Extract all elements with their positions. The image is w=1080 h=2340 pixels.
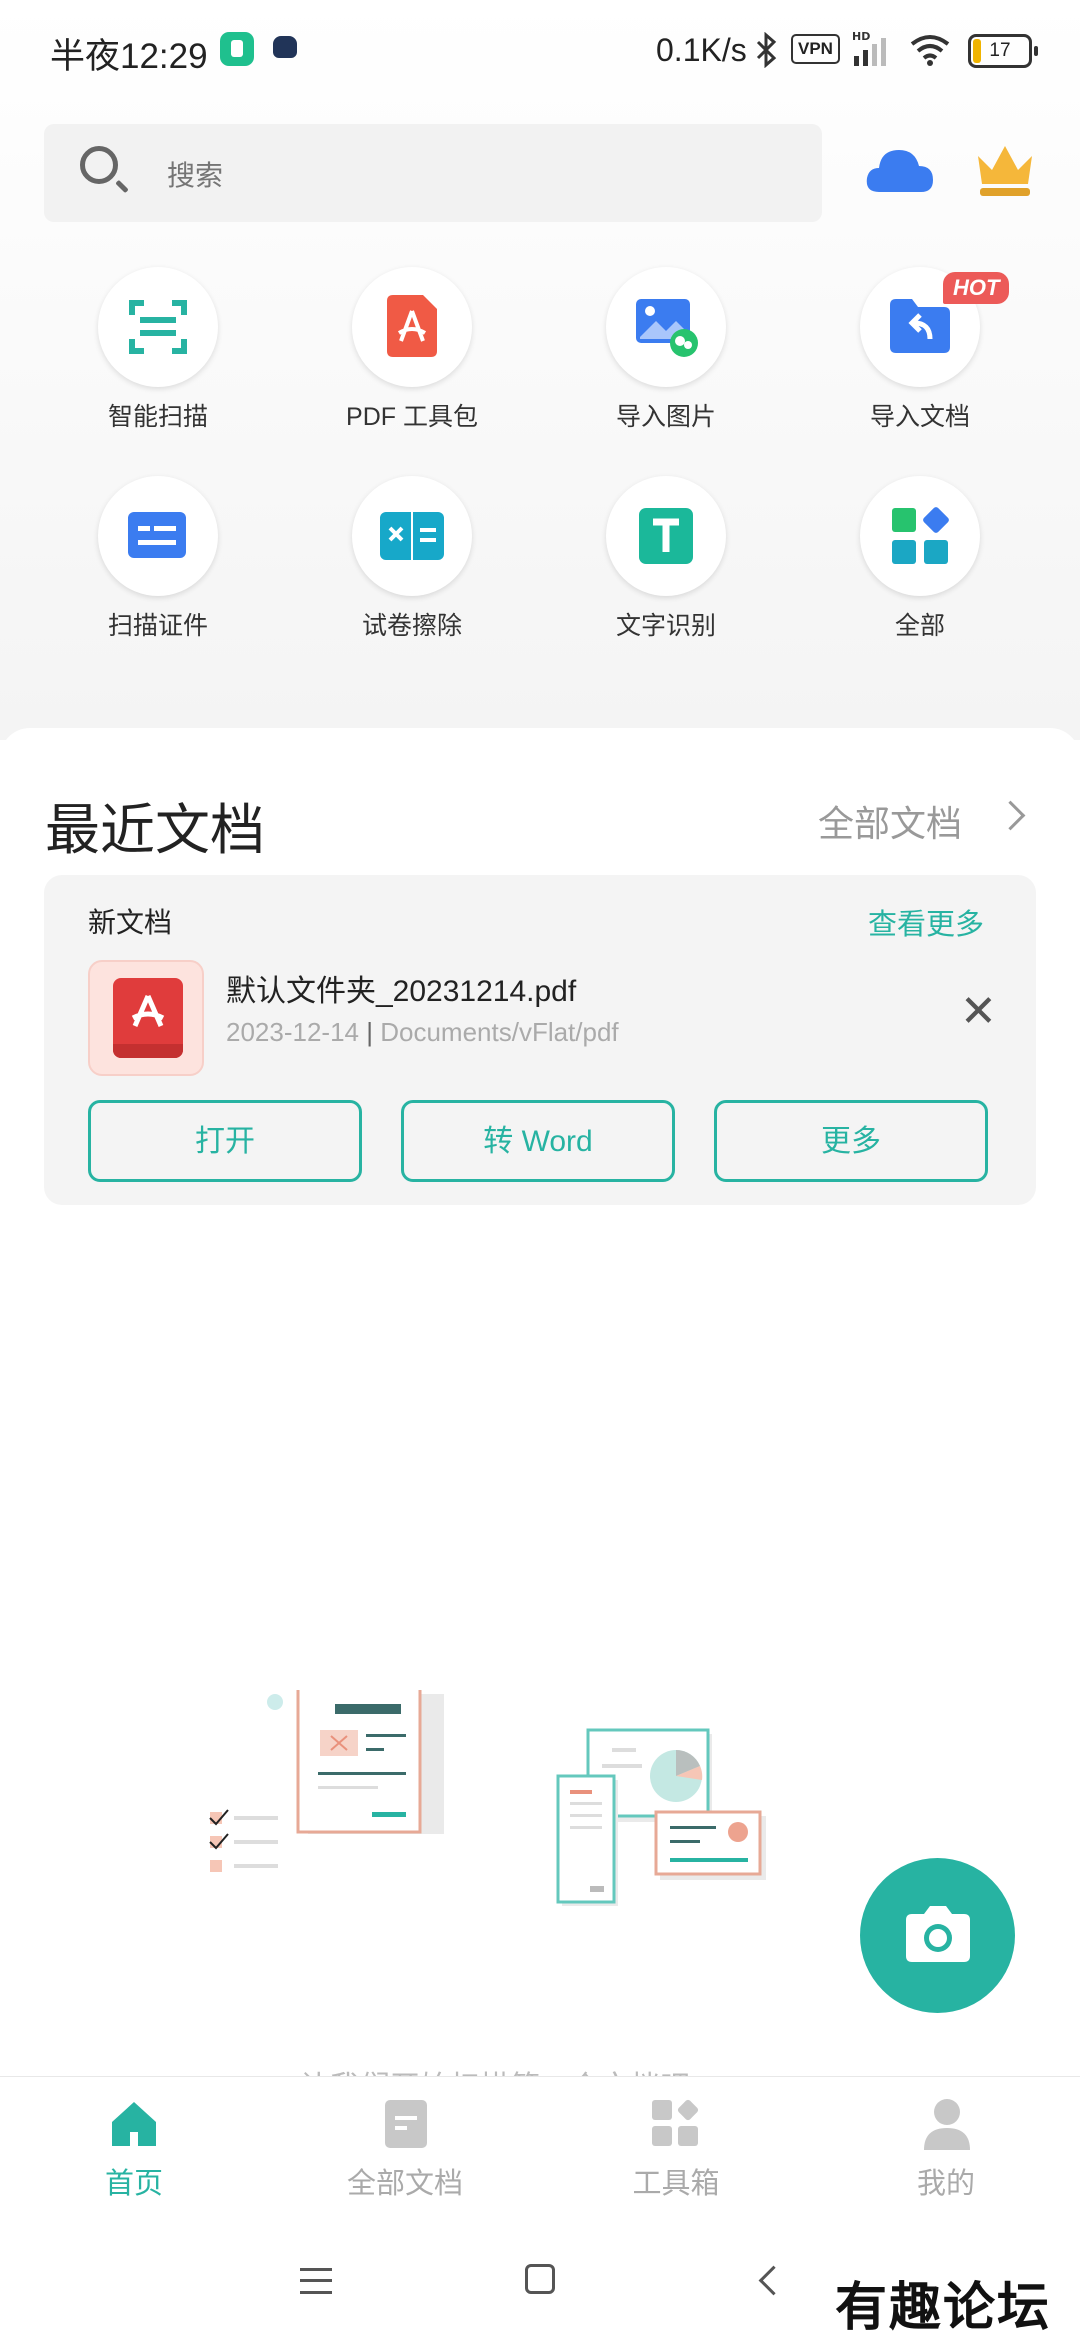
empty-state-illustration [209, 1690, 766, 1906]
tool-icon-wrap [606, 267, 726, 387]
pdf-toolkit-icon [387, 295, 437, 357]
id-card-icon [128, 512, 186, 558]
nav-home[interactable]: 首页 [34, 2086, 234, 2206]
convert-word-button[interactable]: 转 Word [401, 1100, 675, 1182]
tool-label: 文字识别 [615, 612, 716, 640]
open-button[interactable]: 打开 [88, 1100, 362, 1182]
battery-indicator: 17 [968, 34, 1038, 68]
tool-text-recognition[interactable]: 文字识别 [566, 476, 766, 676]
camera-fab-button[interactable] [860, 1858, 1015, 2013]
shield-app-icon [220, 32, 254, 66]
home-square-icon[interactable] [525, 2264, 555, 2294]
pdf-file-icon[interactable] [88, 960, 204, 1076]
svg-text:HD: HD [852, 30, 870, 43]
vpn-badge: VPN [791, 34, 840, 64]
new-document-heading: 新文档 [88, 907, 173, 938]
nav-mine[interactable]: 我的 [846, 2086, 1046, 2206]
pdf-icon-body [113, 978, 183, 1058]
tool-icon-wrap [98, 476, 218, 596]
nav-label: 我的 [916, 2168, 975, 2200]
tool-icon-wrap [352, 267, 472, 387]
tool-pdf-toolkit[interactable]: PDF 工具包 [312, 267, 512, 467]
camera-icon [906, 1906, 970, 1962]
tool-label: 导入文档 [869, 403, 970, 431]
tool-import-image[interactable]: 导入图片 [566, 267, 766, 467]
status-time: 半夜12:29 [50, 37, 208, 76]
exam-erase-icon [380, 512, 444, 560]
wifi-icon [910, 35, 950, 66]
search-input[interactable] [165, 150, 769, 202]
tool-icon-wrap [98, 267, 218, 387]
tool-label: 智能扫描 [107, 403, 208, 431]
menu-icon[interactable] [300, 2268, 332, 2294]
cat-app-icon [273, 36, 297, 58]
tool-label: PDF 工具包 [346, 403, 478, 431]
scan-icon [129, 300, 187, 354]
home-icon [112, 2102, 156, 2146]
tool-label: 扫描证件 [107, 612, 208, 640]
text-recognition-icon [639, 508, 693, 564]
tool-exam-erase[interactable]: 试卷擦除 [312, 476, 512, 676]
nav-label: 工具箱 [632, 2168, 720, 2200]
tool-label: 试卷擦除 [361, 612, 462, 640]
pdf-symbol-icon [131, 995, 165, 1027]
network-speed: 0.1K/s [656, 32, 747, 68]
tool-id-scan[interactable]: 扫描证件 [58, 476, 258, 676]
close-icon[interactable]: ✕ [960, 990, 997, 1034]
hot-badge: HOT [943, 272, 1010, 304]
import-image-icon [636, 299, 698, 357]
more-button[interactable]: 更多 [714, 1100, 988, 1182]
watermark-text: 有趣论坛 [835, 2277, 1052, 2338]
search-icon [80, 146, 118, 184]
tool-label: 全部 [894, 612, 945, 640]
profile-icon [924, 2099, 970, 2150]
tool-icon-wrap [352, 476, 472, 596]
import-document-icon [890, 299, 950, 353]
vip-crown-icon[interactable] [972, 140, 1038, 198]
document-icon [385, 2100, 427, 2148]
recent-documents-title: 最近文档 [45, 799, 266, 861]
cloud-icon[interactable] [865, 142, 935, 194]
view-more-link[interactable]: 查看更多 [868, 901, 984, 943]
status-bar: 半夜12:29 0.1K/s VPN HD 17 [0, 0, 1080, 100]
toolbox-icon [652, 2099, 699, 2146]
bluetooth-icon [756, 32, 777, 68]
tool-all[interactable]: 全部 [820, 476, 1020, 676]
all-tools-icon [892, 507, 949, 564]
nav-label: 全部文档 [346, 2168, 463, 2200]
file-date: 2023-12-14 [226, 1017, 359, 1047]
tool-label: 导入图片 [615, 403, 716, 431]
nav-all-documents[interactable]: 全部文档 [305, 2086, 505, 2206]
nav-label: 首页 [104, 2168, 163, 2200]
signal-icon: HD [852, 30, 886, 66]
tool-icon-wrap [860, 476, 980, 596]
tool-smart-scan[interactable]: 智能扫描 [58, 267, 258, 467]
file-name[interactable]: 默认文件夹_20231214.pdf [226, 966, 576, 1010]
all-documents-link[interactable]: 全部文档 [818, 795, 962, 847]
file-meta: 2023-12-14 | Documents/vFlat/pdf [226, 1017, 619, 1047]
tool-icon-wrap [606, 476, 726, 596]
file-path: Documents/vFlat/pdf [380, 1017, 619, 1047]
nav-toolbox[interactable]: 工具箱 [576, 2086, 776, 2206]
